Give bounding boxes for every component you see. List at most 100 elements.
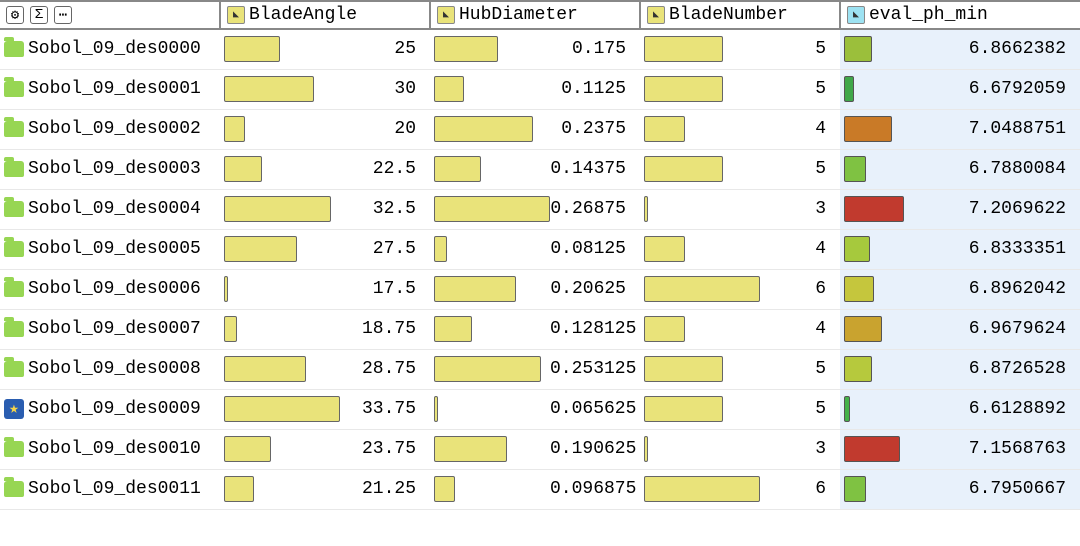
design-name: Sobol_09_des0009 xyxy=(28,399,201,419)
eval-value: 6.8962042 xyxy=(904,279,1072,299)
input-param-icon: ◣ xyxy=(437,6,455,24)
value-text: 0.096875 xyxy=(550,479,640,499)
table-row[interactable]: Sobol_09_des000617.50.2062566.8962042 xyxy=(0,269,1080,309)
design-name: Sobol_09_des0008 xyxy=(28,359,201,379)
value-bar xyxy=(434,316,550,342)
value-text: 25 xyxy=(340,39,422,59)
design-table: ⚙ Σ ⋯ ◣ BladeAngle ◣ HubDiameter ◣ xyxy=(0,0,1080,510)
value-text: 21.25 xyxy=(340,479,422,499)
value-bar xyxy=(224,236,340,262)
value-bar xyxy=(434,36,550,62)
value-bar xyxy=(644,476,760,502)
folder-icon xyxy=(4,121,24,137)
value-bar xyxy=(434,476,550,502)
column-header-bladeangle[interactable]: ◣ BladeAngle xyxy=(220,1,430,29)
table-row[interactable]: Sobol_09_des000432.50.2687537.2069622 xyxy=(0,189,1080,229)
value-text: 0.14375 xyxy=(550,159,632,179)
value-text: 5 xyxy=(760,79,832,99)
column-header-bladenumber[interactable]: ◣ BladeNumber xyxy=(640,1,840,29)
table-row[interactable]: Sobol_09_des000828.750.25312556.8726528 xyxy=(0,349,1080,389)
value-text: 0.26875 xyxy=(550,199,632,219)
eval-bar xyxy=(844,116,904,142)
value-text: 0.08125 xyxy=(550,239,632,259)
value-bar xyxy=(644,396,760,422)
value-text: 4 xyxy=(760,319,832,339)
value-bar xyxy=(434,236,550,262)
column-header-eval[interactable]: ◣ eval_ph_min xyxy=(840,1,1080,29)
table-row[interactable]: ★Sobol_09_des000933.750.06562556.6128892 xyxy=(0,389,1080,429)
value-bar xyxy=(644,316,760,342)
value-text: 17.5 xyxy=(340,279,422,299)
value-bar xyxy=(434,396,550,422)
eval-value: 6.8333351 xyxy=(904,239,1072,259)
value-bar xyxy=(644,196,760,222)
row-label: Sobol_09_des0010 xyxy=(0,430,220,469)
folder-icon xyxy=(4,41,24,57)
value-bar xyxy=(644,436,760,462)
value-text: 0.175 xyxy=(550,39,632,59)
star-icon: ★ xyxy=(4,399,24,419)
value-text: 6 xyxy=(760,479,832,499)
folder-icon xyxy=(4,361,24,377)
row-label: Sobol_09_des0002 xyxy=(0,110,220,149)
value-text: 20 xyxy=(340,119,422,139)
table-row[interactable]: Sobol_09_des0002200.237547.0488751 xyxy=(0,109,1080,149)
row-label: Sobol_09_des0011 xyxy=(0,470,220,509)
row-label: Sobol_09_des0008 xyxy=(0,350,220,389)
value-text: 27.5 xyxy=(340,239,422,259)
table-row[interactable]: Sobol_09_des0011 21.25 0.096875 6 6.7950667 xyxy=(0,469,1080,509)
eval-bar xyxy=(844,356,904,382)
row-label: Sobol_09_des0005 xyxy=(0,230,220,269)
column-label: eval_ph_min xyxy=(869,5,988,25)
value-bar xyxy=(434,116,550,142)
value-bar xyxy=(644,76,760,102)
value-bar xyxy=(434,356,550,382)
value-bar xyxy=(224,316,340,342)
value-text: 5 xyxy=(760,39,832,59)
value-text: 33.75 xyxy=(340,399,422,419)
more-icon[interactable]: ⋯ xyxy=(54,6,72,24)
value-bar xyxy=(224,76,340,102)
column-label: BladeNumber xyxy=(669,5,788,25)
eval-value: 6.6792059 xyxy=(904,79,1072,99)
eval-bar xyxy=(844,156,904,182)
value-bar xyxy=(434,76,550,102)
value-text: 0.190625 xyxy=(550,439,640,459)
eval-value: 7.0488751 xyxy=(904,119,1072,139)
value-bar xyxy=(644,236,760,262)
table-row[interactable]: Sobol_09_des000322.50.1437556.7880084 xyxy=(0,149,1080,189)
value-text: 30 xyxy=(340,79,422,99)
table-row[interactable]: Sobol_09_des001023.750.19062537.1568763 xyxy=(0,429,1080,469)
eval-value: 6.8662382 xyxy=(904,39,1072,59)
column-header-hubdiameter[interactable]: ◣ HubDiameter xyxy=(430,1,640,29)
value-text: 0.2375 xyxy=(550,119,632,139)
folder-icon xyxy=(4,321,24,337)
eval-value: 7.1568763 xyxy=(904,439,1072,459)
value-text: 0.20625 xyxy=(550,279,632,299)
value-bar xyxy=(644,356,760,382)
value-bar xyxy=(224,156,340,182)
eval-value: 7.2069622 xyxy=(904,199,1072,219)
eval-value: 6.7950667 xyxy=(904,479,1072,499)
folder-icon xyxy=(4,161,24,177)
value-bar xyxy=(434,196,550,222)
eval-bar xyxy=(844,276,904,302)
value-bar xyxy=(644,36,760,62)
sigma-icon[interactable]: Σ xyxy=(30,6,48,24)
value-bar xyxy=(434,436,550,462)
eval-value: 6.9679624 xyxy=(904,319,1072,339)
value-bar xyxy=(224,436,340,462)
design-name: Sobol_09_des0001 xyxy=(28,79,201,99)
design-name: Sobol_09_des0007 xyxy=(28,319,201,339)
table-row[interactable]: Sobol_09_des0000 25 0.175 5 6.8662382 xyxy=(0,29,1080,69)
table-row[interactable]: Sobol_09_des000527.50.0812546.8333351 xyxy=(0,229,1080,269)
value-bar xyxy=(434,156,550,182)
row-label: Sobol_09_des0003 xyxy=(0,150,220,189)
table-row[interactable]: Sobol_09_des0001300.112556.6792059 xyxy=(0,69,1080,109)
value-bar xyxy=(434,276,550,302)
table-row[interactable]: Sobol_09_des000718.750.12812546.9679624 xyxy=(0,309,1080,349)
gear-icon[interactable]: ⚙ xyxy=(6,6,24,24)
design-name: Sobol_09_des0005 xyxy=(28,239,201,259)
row-label: Sobol_09_des0000 xyxy=(0,30,220,69)
design-name: Sobol_09_des0011 xyxy=(28,479,201,499)
